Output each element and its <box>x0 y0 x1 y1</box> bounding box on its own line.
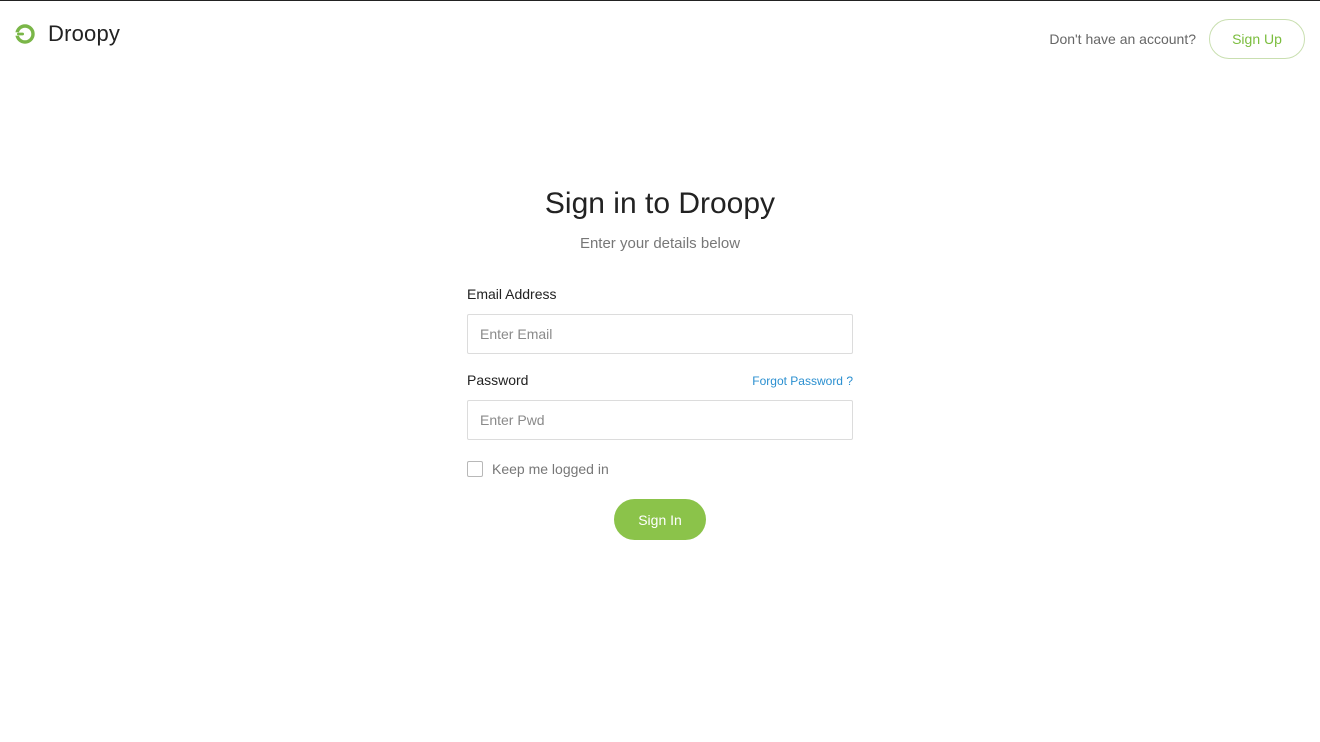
keep-logged-in-checkbox[interactable] <box>467 461 483 477</box>
signin-form: Sign in to Droopy Enter your details bel… <box>467 187 853 540</box>
signin-button-wrap: Sign In <box>467 499 853 540</box>
brand-name: Droopy <box>48 21 121 46</box>
page-title: Sign in to Droopy <box>544 187 776 220</box>
signin-page: Droopy Don't have an account? Sign Up Si… <box>0 0 1320 742</box>
page-subtitle: Enter your details below <box>579 235 741 252</box>
signup-area: Don't have an account? Sign Up <box>1049 19 1305 59</box>
sign-in-button[interactable]: Sign In <box>614 499 706 540</box>
keep-logged-in-label[interactable]: Keep me logged in <box>492 461 609 477</box>
brand[interactable]: Droopy <box>14 21 120 47</box>
account-prompt: Don't have an account? <box>1049 31 1196 47</box>
password-input[interactable] <box>467 400 853 440</box>
forgot-password-link[interactable]: Forgot Password ? <box>752 374 853 388</box>
email-label: Email Address <box>467 286 557 302</box>
email-input[interactable] <box>467 314 853 354</box>
password-label: Password <box>467 372 529 388</box>
droopy-logo-icon <box>14 24 35 44</box>
sign-up-button[interactable]: Sign Up <box>1209 19 1305 59</box>
keep-logged-in-row[interactable]: Keep me logged in <box>467 461 853 477</box>
password-label-row: Password Forgot Password ? <box>467 372 853 388</box>
